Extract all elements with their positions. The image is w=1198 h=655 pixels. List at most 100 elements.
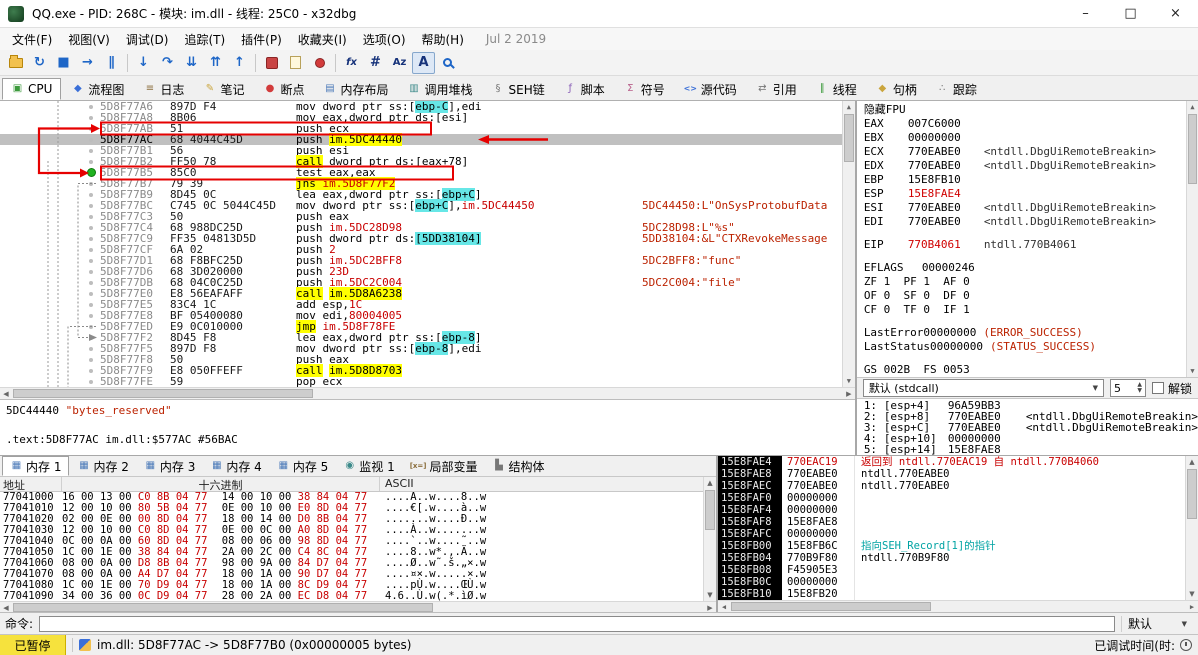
- row-dot[interactable]: [89, 379, 93, 384]
- tab-call-stack[interactable]: ▥ 调用堆栈: [398, 78, 481, 100]
- breakpoint-icon[interactable]: [308, 52, 331, 74]
- hash-icon[interactable]: #: [364, 52, 387, 74]
- scroll-left-icon[interactable]: ◀: [0, 602, 12, 614]
- hide-fpu-button[interactable]: 隐藏FPU: [864, 103, 1198, 117]
- register-row[interactable]: EBX 00000000: [864, 131, 1198, 145]
- stack-vertical-scrollbar[interactable]: ▲ ▼: [1185, 456, 1198, 601]
- column-header-hex[interactable]: 十六进制: [62, 477, 380, 492]
- menu-item[interactable]: 文件(F): [4, 29, 60, 50]
- menu-item[interactable]: 追踪(T): [176, 29, 233, 50]
- register-row[interactable]: EIP 770B4061 ntdll.770B4061: [864, 238, 1198, 252]
- row-dot[interactable]: [89, 291, 93, 296]
- spinner-arrows-icon[interactable]: ▲ ▼: [1137, 382, 1142, 394]
- arg-count-spinner[interactable]: 5 ▲ ▼: [1109, 379, 1146, 397]
- az-icon[interactable]: Az: [388, 52, 411, 74]
- highlight-icon[interactable]: A: [412, 51, 435, 74]
- scroll-up-icon[interactable]: ▲: [1187, 101, 1198, 113]
- row-dot[interactable]: [89, 280, 93, 285]
- tab-threads[interactable]: ∥ 线程: [807, 78, 866, 100]
- calling-convention-select[interactable]: 默认 (stdcall) ▼: [862, 379, 1104, 397]
- row-dot[interactable]: [89, 247, 93, 252]
- last-status-row[interactable]: LastStatus 00000000 (STATUS_SUCCESS): [864, 340, 1198, 354]
- scrollbar-thumb[interactable]: [843, 114, 854, 162]
- tab-notes[interactable]: ✎ 笔记: [194, 78, 253, 100]
- stack-row[interactable]: 15E8FB04 770B9F80 ntdll.770B9F80: [718, 552, 1185, 564]
- register-row[interactable]: ESI 770EABE0 <ntdll.DbgUiRemoteBreakin>: [864, 201, 1198, 215]
- trace-over-icon[interactable]: ⇈: [204, 52, 227, 74]
- memory-horizontal-scrollbar[interactable]: ◀ ▶: [0, 601, 716, 612]
- row-dot[interactable]: [89, 159, 93, 164]
- tab-log[interactable]: ≡ 日志: [134, 78, 193, 100]
- tab-memory-4[interactable]: ▦ 内存 4: [203, 456, 268, 476]
- tab-memory-3[interactable]: ▦ 内存 3: [137, 456, 202, 476]
- tab-memory-5[interactable]: ▦ 内存 5: [270, 456, 335, 476]
- scroll-down-icon[interactable]: ▼: [1187, 365, 1198, 377]
- step-over-icon[interactable]: ↷: [156, 52, 179, 74]
- tab-seh[interactable]: § SEH链: [483, 78, 554, 100]
- tab-watch-1[interactable]: ◉ 监视 1: [336, 456, 401, 476]
- row-dot[interactable]: [89, 137, 93, 142]
- row-dot[interactable]: [89, 214, 93, 219]
- tab-script[interactable]: ƒ 脚本: [555, 78, 614, 100]
- scrollbar-thumb[interactable]: [731, 602, 931, 612]
- memory-vertical-scrollbar[interactable]: ▲ ▼: [703, 477, 716, 601]
- stack-row[interactable]: 15E8FB0C 00000000: [718, 576, 1185, 588]
- stack-row[interactable]: 15E8FAF0 00000000: [718, 492, 1185, 504]
- search-icon[interactable]: [436, 52, 459, 74]
- arg-row[interactable]: 5: [esp+14] 15E8FAE8: [864, 444, 1198, 455]
- scroll-up-icon[interactable]: ▲: [843, 101, 855, 113]
- stack-row[interactable]: 15E8FAF8 15E8FAE8: [718, 516, 1185, 528]
- registers-vertical-scrollbar[interactable]: ▲ ▼: [1186, 101, 1198, 377]
- menu-item[interactable]: 视图(V): [60, 29, 118, 50]
- scroll-down-icon[interactable]: ▼: [1186, 588, 1198, 600]
- stop-icon[interactable]: ■: [52, 52, 75, 74]
- row-dot[interactable]: [89, 346, 93, 351]
- flags-row[interactable]: CF 0 TF 0 IF 1: [864, 303, 1198, 317]
- scroll-left-icon[interactable]: ◀: [0, 388, 12, 400]
- scroll-right-icon[interactable]: ▶: [843, 388, 855, 400]
- row-dot[interactable]: [89, 269, 93, 274]
- scrollbar-thumb[interactable]: [1187, 469, 1197, 519]
- menu-item[interactable]: 插件(P): [233, 29, 290, 50]
- register-row[interactable]: EDX 770EABE0 <ntdll.DbgUiRemoteBreakin>: [864, 159, 1198, 173]
- tab-graph[interactable]: ◆ 流程图: [62, 78, 133, 100]
- stack-row[interactable]: 15E8FB08 F45905E3: [718, 564, 1185, 576]
- scroll-up-icon[interactable]: ▲: [1186, 456, 1198, 468]
- row-dot[interactable]: [89, 104, 93, 109]
- tab-symbols[interactable]: Σ 符号: [615, 78, 674, 100]
- row-dot[interactable]: [89, 126, 93, 131]
- menu-item[interactable]: 帮助(H): [414, 29, 472, 50]
- eflags-row[interactable]: EFLAGS 00000246: [864, 261, 1198, 275]
- row-dot[interactable]: [89, 302, 93, 307]
- disasm-row[interactable]: 5D8F77FE 59 pop ecx: [0, 376, 855, 387]
- stack-row[interactable]: 15E8FB00 15E8FB6C 指向SEH_Record[1]的指针: [718, 540, 1185, 552]
- scrollbar-thumb[interactable]: [13, 603, 433, 612]
- scroll-left-icon[interactable]: ◀: [718, 601, 730, 613]
- tab-breakpoints[interactable]: ● 断点: [254, 78, 313, 100]
- command-input[interactable]: [39, 615, 1115, 632]
- flags-row[interactable]: ZF 1 PF 1 AF 0: [864, 275, 1198, 289]
- row-dot[interactable]: [89, 258, 93, 263]
- row-dot[interactable]: [89, 357, 93, 362]
- column-header-ascii[interactable]: ASCII: [380, 477, 703, 491]
- scroll-down-icon[interactable]: ▼: [843, 375, 855, 387]
- tab-references[interactable]: ⇄ 引用: [747, 78, 806, 100]
- command-profile-select[interactable]: 默认 ▼: [1121, 615, 1193, 632]
- checkbox-icon[interactable]: [1151, 382, 1164, 394]
- disasm-vertical-scrollbar[interactable]: ▲ ▼: [841, 101, 855, 388]
- register-row[interactable]: ECX 770EABE0 <ntdll.DbgUiRemoteBreakin>: [864, 145, 1198, 159]
- register-row[interactable]: EDI 770EABE0 <ntdll.DbgUiRemoteBreakin>: [864, 215, 1198, 229]
- run-icon[interactable]: →: [76, 52, 99, 74]
- stack-row[interactable]: 15E8FAFC 00000000: [718, 528, 1185, 540]
- restart-icon[interactable]: ↻: [28, 52, 51, 74]
- maximize-button[interactable]: □: [1108, 0, 1153, 27]
- tab-handles[interactable]: ◆ 句柄: [867, 78, 926, 100]
- row-dot[interactable]: [89, 335, 93, 340]
- segment-registers-row[interactable]: GS 002B FS 0053: [864, 363, 1198, 377]
- menu-item[interactable]: 调试(D): [118, 29, 177, 50]
- tab-memory-1[interactable]: ▦ 内存 1: [2, 456, 70, 476]
- disasm-horizontal-scrollbar[interactable]: ◀ ▶: [0, 387, 855, 400]
- scrollbar-thumb[interactable]: [1188, 114, 1197, 184]
- register-row[interactable]: EAX 007C6000: [864, 117, 1198, 131]
- column-header-address[interactable]: 地址: [0, 477, 62, 492]
